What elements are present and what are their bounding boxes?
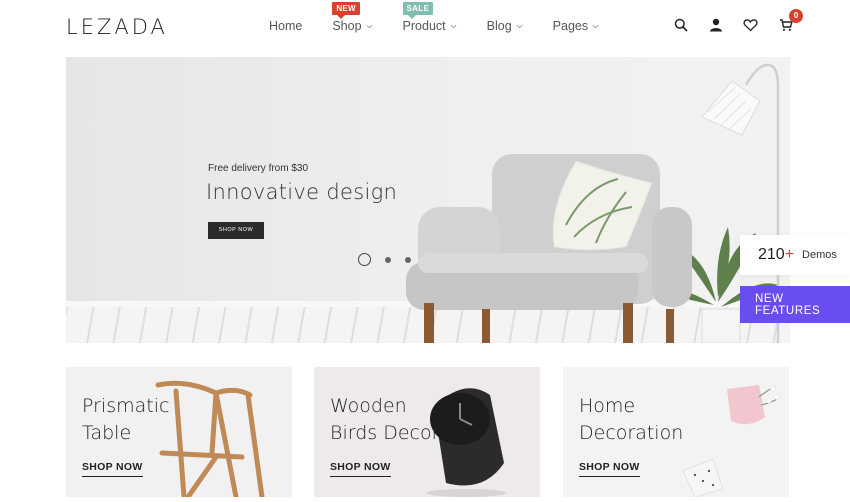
slider-dot-3[interactable] bbox=[405, 256, 411, 263]
site-logo[interactable]: LEZADA bbox=[66, 15, 168, 39]
demos-widget[interactable]: 210 + Demos bbox=[740, 235, 850, 275]
card-shop-now-link[interactable]: SHOP NOW bbox=[82, 461, 143, 477]
nav-item-label: Blog bbox=[486, 19, 512, 33]
card-title-line: Decoration bbox=[579, 422, 684, 444]
card-title-line: Home bbox=[579, 395, 636, 417]
search-icon[interactable] bbox=[672, 16, 689, 33]
demos-label: Demos bbox=[802, 249, 837, 261]
nav-item-label: Home bbox=[269, 19, 303, 33]
chevron-down-icon bbox=[366, 24, 372, 28]
promo-card-wooden-birds[interactable]: Wooden Birds Decor SHOP NOW bbox=[314, 367, 540, 497]
nav-item-label: Shop bbox=[332, 19, 362, 33]
nav-item-label: Product bbox=[402, 19, 446, 33]
slider-dot-1[interactable] bbox=[358, 253, 371, 266]
card-title-line: Prismatic bbox=[82, 395, 170, 417]
chevron-down-icon bbox=[516, 24, 523, 28]
nav-item-label: Pages bbox=[552, 19, 589, 33]
nav-item-blog[interactable]: Blog bbox=[487, 19, 523, 33]
demos-count: 210 bbox=[758, 246, 785, 263]
card-title: Prismatic Table bbox=[82, 393, 282, 447]
sale-badge: SALE bbox=[402, 2, 434, 19]
card-shop-now-link[interactable]: SHOP NOW bbox=[579, 461, 640, 477]
armchair-image bbox=[406, 63, 780, 343]
cart-icon[interactable]: 0 bbox=[777, 9, 803, 33]
heart-icon[interactable] bbox=[742, 16, 759, 33]
card-shop-now-link[interactable]: SHOP NOW bbox=[330, 461, 391, 477]
cart-count-badge: 0 bbox=[789, 9, 803, 23]
nav-item-product[interactable]: SALE Product bbox=[402, 2, 457, 33]
card-title-line: Birds Decor bbox=[330, 422, 440, 444]
site-header: LEZADA Home NEW Shop SALE Product Blog P… bbox=[0, 0, 850, 56]
hero-slider: Free delivery from $30 Innovative design… bbox=[66, 57, 790, 343]
new-features-button[interactable]: NEW FEATURES bbox=[740, 286, 850, 323]
hero-title: Innovative design bbox=[206, 180, 398, 204]
chevron-down-icon bbox=[592, 24, 599, 28]
promo-card-home-decoration[interactable]: Home Decoration SHOP NOW bbox=[563, 367, 789, 497]
nav-item-home[interactable]: Home bbox=[269, 19, 302, 33]
hero-shop-now-button[interactable]: SHOP NOW bbox=[208, 222, 264, 239]
card-title: Wooden Birds Decor bbox=[330, 393, 530, 447]
main-nav: Home NEW Shop SALE Product Blog Pages bbox=[269, 2, 629, 33]
header-icons: 0 bbox=[672, 9, 803, 33]
nav-item-shop[interactable]: NEW Shop bbox=[332, 2, 372, 33]
card-title-line: Wooden bbox=[330, 395, 407, 417]
slider-dots bbox=[358, 253, 411, 266]
card-title: Home Decoration bbox=[579, 393, 779, 447]
slider-dot-2[interactable] bbox=[385, 256, 391, 263]
promo-card-prismatic-table[interactable]: Prismatic Table SHOP NOW bbox=[66, 367, 292, 497]
chevron-down-icon bbox=[450, 24, 457, 28]
hero-subtitle: Free delivery from $30 bbox=[208, 163, 309, 174]
card-title-line: Table bbox=[82, 422, 132, 444]
user-icon[interactable] bbox=[707, 16, 724, 33]
new-badge: NEW bbox=[332, 2, 360, 19]
demos-plus: + bbox=[784, 246, 795, 263]
nav-item-pages[interactable]: Pages bbox=[553, 19, 599, 33]
